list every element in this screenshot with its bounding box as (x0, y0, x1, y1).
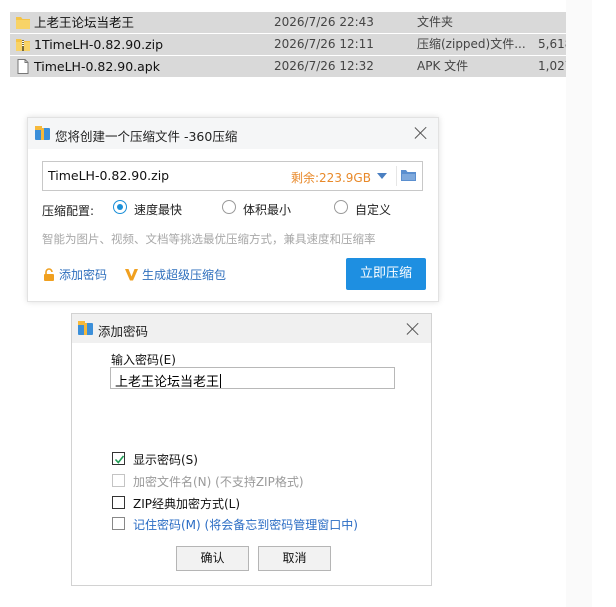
dialog-title-bar[interactable]: 添加密码 (72, 314, 431, 343)
password-input-label: 输入密码(E) (111, 353, 176, 367)
app-icon (78, 321, 93, 338)
file-row-folder[interactable]: 上老王论坛当老王 2026/7/26 22:43 文件夹 (10, 12, 570, 34)
dialog-title: 您将创建一个压缩文件 -360压缩 (55, 129, 238, 144)
close-icon[interactable] (405, 321, 421, 337)
checkbox-box[interactable] (112, 517, 125, 530)
checkbox-label: 加密文件名(N) (不支持ZIP格式) (133, 475, 304, 489)
password-input[interactable]: 上老王论坛当老王 (110, 367, 395, 390)
vertical-scrollbar[interactable] (566, 0, 592, 607)
close-icon[interactable] (413, 125, 429, 141)
checkbox-label: 显示密码(S) (133, 453, 198, 467)
archive-name-value: TimeLH-0.82.90.zip (48, 168, 170, 183)
radio-label: 体积最小 (243, 203, 292, 217)
radio-label: 速度最快 (134, 203, 183, 217)
text-caret (220, 374, 222, 388)
password-value: 上老王论坛当老王 (115, 375, 220, 390)
file-name: 上老王论坛当老王 (34, 15, 135, 30)
file-date: 2026/7/26 12:32 (274, 59, 374, 73)
add-password-link[interactable]: 添加密码 (43, 266, 107, 284)
radio-label: 自定义 (355, 203, 392, 217)
folder-icon (16, 15, 30, 30)
zip-folder-icon (16, 37, 30, 52)
checkbox-box[interactable] (112, 452, 125, 465)
file-type: 文件夹 (417, 15, 454, 29)
archive-name-field[interactable]: TimeLH-0.82.90.zip 剩余:223.9GB (42, 161, 423, 191)
file-date: 2026/7/26 22:43 (274, 15, 374, 29)
dialog-title: 添加密码 (98, 324, 149, 339)
confirm-button[interactable]: 确认 (176, 546, 249, 571)
file-date: 2026/7/26 12:11 (274, 37, 374, 51)
compress-hint: 智能为图片、视频、文档等挑选最优压缩方式，兼具速度和压缩率 (42, 232, 376, 246)
file-row-zip[interactable]: 1TimeLH-0.82.90.zip 2026/7/26 12:11 压缩(z… (10, 34, 572, 56)
checkbox-label: 记住密码(M) (将会备忘到密码管理窗口中) (133, 518, 358, 532)
checkbox-box (112, 474, 125, 487)
free-space-label: 剩余:223.9GB (291, 171, 371, 185)
super-compress-link[interactable]: 生成超级压缩包 (125, 266, 226, 284)
super-compress-label: 生成超级压缩包 (142, 268, 227, 282)
file-list: 上老王论坛当老王 2026/7/26 22:43 文件夹 1TimeLH-0.8… (10, 12, 572, 78)
chevron-down-icon[interactable] (377, 173, 387, 179)
browse-folder-icon[interactable] (401, 168, 416, 185)
file-name: 1TimeLH-0.82.90.zip (34, 37, 164, 52)
password-dialog: 添加密码 输入密码(E) 上老王论坛当老王 显示密码(S) 加密文件名(N) (… (71, 313, 432, 586)
v-logo-icon (125, 268, 138, 284)
compress-dialog: 您将创建一个压缩文件 -360压缩 TimeLH-0.82.90.zip 剩余:… (27, 117, 439, 302)
file-name: TimeLH-0.82.90.apk (34, 59, 160, 74)
dialog-title-bar[interactable]: 您将创建一个压缩文件 -360压缩 (28, 118, 438, 149)
file-type: 压缩(zipped)文件... (417, 37, 526, 51)
file-row-apk[interactable]: TimeLH-0.82.90.apk 2026/7/26 12:32 APK 文… (10, 56, 572, 78)
file-type: APK 文件 (417, 59, 469, 73)
check-icon (114, 455, 125, 464)
app-icon (35, 126, 50, 143)
checkbox-box[interactable] (112, 496, 125, 509)
checkbox-label: ZIP经典加密方式(L) (133, 497, 241, 511)
cancel-button[interactable]: 取消 (258, 546, 331, 571)
separator (396, 166, 397, 186)
add-password-label: 添加密码 (59, 268, 108, 282)
lock-icon (43, 268, 55, 284)
radio-button[interactable] (222, 200, 236, 214)
file-icon (16, 59, 30, 74)
radio-button[interactable] (113, 200, 127, 214)
compress-now-button[interactable]: 立即压缩 (346, 258, 426, 290)
options-label: 压缩配置: (42, 204, 95, 218)
radio-button[interactable] (334, 200, 348, 214)
